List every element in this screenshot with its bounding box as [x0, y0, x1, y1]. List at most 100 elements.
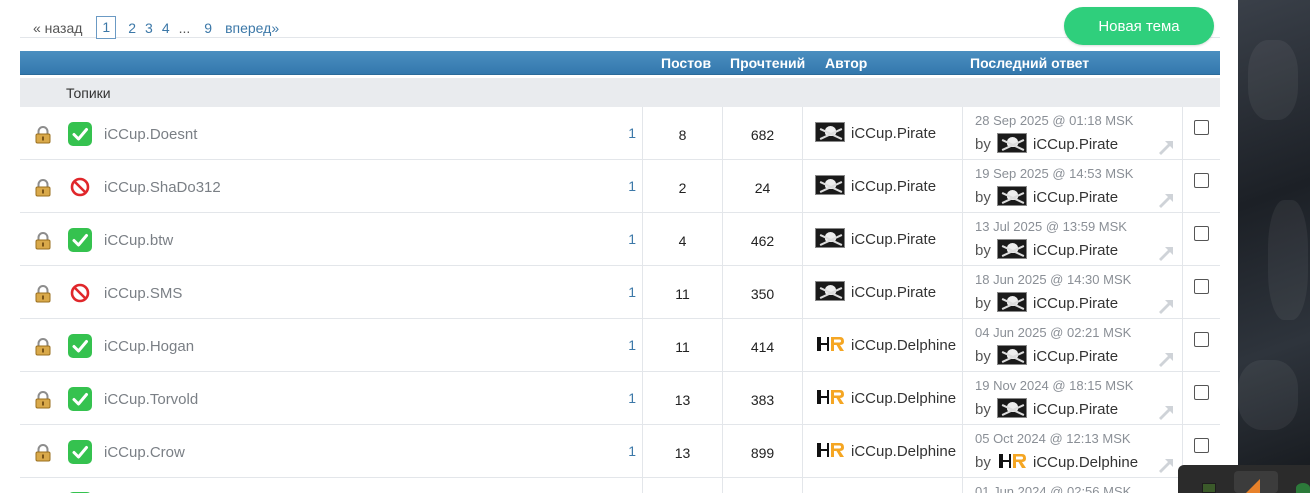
row-select-checkbox[interactable]: [1194, 279, 1209, 294]
reads-cell: 350: [722, 266, 802, 318]
last-reply-avatar: [997, 398, 1027, 418]
last-reply-date: 19 Sep 2025 @ 14:53 MSK: [975, 166, 1134, 181]
author-cell: iCCup.Delphine: [802, 425, 962, 477]
row-select-checkbox[interactable]: [1194, 385, 1209, 400]
last-reply-date: 19 Nov 2024 @ 18:15 MSK: [975, 378, 1134, 393]
author-avatar: [815, 122, 845, 142]
go-to-last-post-icon[interactable]: [1157, 298, 1175, 314]
pagination-page[interactable]: 3: [145, 17, 153, 39]
approved-icon: [68, 122, 92, 146]
posts-cell: 11: [642, 319, 722, 371]
topic-title-link[interactable]: iCCup.Hogan: [104, 338, 194, 355]
title-cell: iCCup.Hogan: [96, 319, 596, 371]
pages-cell: 1: [596, 213, 642, 265]
last-reply-date: 01 Jun 2024 @ 02:56 MSK: [975, 484, 1132, 493]
pagination-page-last[interactable]: 9: [204, 17, 212, 39]
row-select-checkbox[interactable]: [1194, 226, 1209, 241]
go-to-last-post-icon[interactable]: [1157, 139, 1175, 155]
last-reply-date: 05 Oct 2024 @ 12:13 MSK: [975, 431, 1131, 446]
topic-title-link[interactable]: iCCup.Crow: [104, 444, 185, 461]
new-topic-button[interactable]: Новая тема: [1064, 7, 1214, 45]
row-select-checkbox[interactable]: [1194, 332, 1209, 347]
last-reply-date: 18 Jun 2025 @ 14:30 MSK: [975, 272, 1132, 287]
posts-count: 2: [678, 180, 687, 196]
table-row: 01 Jun 2024 @ 02:56 MSK: [20, 478, 1220, 493]
go-to-last-post-icon[interactable]: [1157, 404, 1175, 420]
pagination-page[interactable]: 2: [128, 17, 136, 39]
topic-page-link[interactable]: 1: [628, 178, 636, 194]
topic-title-link[interactable]: iCCup.Torvold: [104, 391, 198, 408]
last-reply-date: 28 Sep 2025 @ 01:18 MSK: [975, 113, 1134, 128]
pages-cell: 1: [596, 266, 642, 318]
lock-icon: [34, 126, 52, 144]
lock-cell: [20, 425, 64, 477]
last-reply-author-link[interactable]: iCCup.Pirate: [1033, 295, 1118, 312]
lock-icon: [34, 179, 52, 197]
topic-page-link[interactable]: 1: [628, 284, 636, 300]
pagination-next[interactable]: вперед»: [225, 17, 279, 39]
last-reply-author-link[interactable]: iCCup.Pirate: [1033, 401, 1118, 418]
last-reply-author-link[interactable]: iCCup.Pirate: [1033, 189, 1118, 206]
topic-title-link[interactable]: iCCup.SMS: [104, 285, 182, 302]
topic-page-link[interactable]: 1: [628, 125, 636, 141]
topic-title-link[interactable]: iCCup.ShaDo312: [104, 179, 221, 196]
last-reply-cell: 01 Jun 2024 @ 02:56 MSK: [962, 478, 1182, 493]
pagination-page[interactable]: 4: [162, 17, 170, 39]
last-reply-author-link[interactable]: iCCup.Pirate: [1033, 242, 1118, 259]
posts-count: 8: [678, 127, 687, 143]
posts-count: 13: [674, 392, 691, 408]
topic-title-link[interactable]: iCCup.btw: [104, 232, 173, 249]
author-link[interactable]: iCCup.Delphine: [851, 390, 956, 407]
column-header-posts[interactable]: Постов: [661, 55, 711, 71]
last-reply-author-link[interactable]: iCCup.Pirate: [1033, 136, 1118, 153]
topic-page-link[interactable]: 1: [628, 337, 636, 353]
row-select-checkbox[interactable]: [1194, 173, 1209, 188]
pagination-prev[interactable]: « назад: [33, 17, 82, 39]
column-header-author[interactable]: Автор: [825, 55, 867, 71]
author-avatar: [815, 440, 845, 460]
reads-cell: 414: [722, 319, 802, 371]
posts-cell: [642, 478, 722, 493]
topic-page-link[interactable]: 1: [628, 443, 636, 459]
go-to-last-post-icon[interactable]: [1157, 457, 1175, 473]
author-cell: iCCup.Pirate: [802, 107, 962, 159]
lock-cell: [20, 266, 64, 318]
row-select-checkbox[interactable]: [1194, 120, 1209, 135]
pages-cell: 1: [596, 160, 642, 212]
topic-page-link[interactable]: 1: [628, 390, 636, 406]
author-link[interactable]: iCCup.Pirate: [851, 284, 936, 301]
reads-count: 414: [750, 339, 775, 355]
taskbar: [1178, 465, 1310, 493]
select-cell: [1182, 160, 1220, 212]
title-cell: iCCup.Doesnt: [96, 107, 596, 159]
section-title: Топики: [66, 85, 111, 101]
author-link[interactable]: iCCup.Pirate: [851, 125, 936, 142]
posts-cell: 2: [642, 160, 722, 212]
posts-cell: 13: [642, 425, 722, 477]
pages-cell: 1: [596, 372, 642, 424]
reads-cell: 24: [722, 160, 802, 212]
author-link[interactable]: iCCup.Delphine: [851, 337, 956, 354]
author-cell: iCCup.Pirate: [802, 160, 962, 212]
row-select-checkbox[interactable]: [1194, 438, 1209, 453]
author-link[interactable]: iCCup.Pirate: [851, 178, 936, 195]
last-reply-author-link[interactable]: iCCup.Pirate: [1033, 348, 1118, 365]
column-header-last-reply[interactable]: Последний ответ: [970, 55, 1089, 71]
pages-cell: 1: [596, 425, 642, 477]
author-link[interactable]: iCCup.Pirate: [851, 231, 936, 248]
table-row: iCCup.ShaDo312 1 2 24 iCCup.Pirate 19 Sep 202…: [20, 160, 1220, 213]
go-to-last-post-icon[interactable]: [1157, 192, 1175, 208]
go-to-last-post-icon[interactable]: [1157, 245, 1175, 261]
select-cell: [1182, 319, 1220, 371]
approved-icon: [68, 228, 92, 252]
pagination: « назад 1 2 3 4 ... 9 вперед»: [33, 16, 288, 39]
topic-title-link[interactable]: iCCup.Doesnt: [104, 126, 197, 143]
last-reply-cell: 13 Jul 2025 @ 13:59 MSK by iCCup.Pirate: [962, 213, 1182, 265]
last-reply-author-link[interactable]: iCCup.Delphine: [1033, 454, 1138, 471]
topic-page-link[interactable]: 1: [628, 231, 636, 247]
column-header-reads[interactable]: Прочтений: [730, 55, 805, 71]
go-to-last-post-icon[interactable]: [1157, 351, 1175, 367]
author-link[interactable]: iCCup.Delphine: [851, 443, 956, 460]
rejected-icon: [70, 177, 90, 197]
author-avatar: [815, 228, 845, 248]
